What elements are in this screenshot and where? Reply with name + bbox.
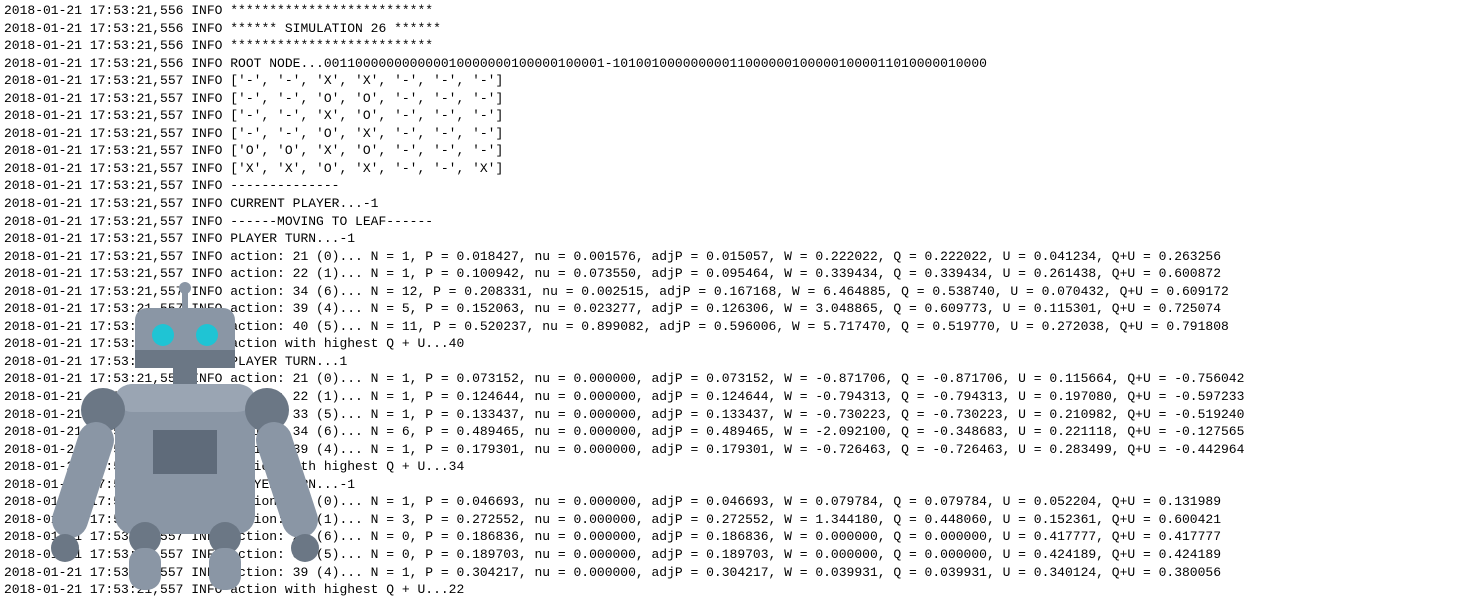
log-line: 2018-01-21 17:53:21,556 INFO ***********… (4, 37, 1454, 55)
robot-illustration (45, 280, 325, 590)
log-line: 2018-01-21 17:53:21,557 INFO ['X', 'X', … (4, 160, 1454, 178)
log-line: 2018-01-21 17:53:21,556 INFO ROOT NODE..… (4, 55, 1454, 73)
log-line: 2018-01-21 17:53:21,557 INFO ['-', '-', … (4, 72, 1454, 90)
log-line: 2018-01-21 17:53:21,557 INFO ['O', 'O', … (4, 142, 1454, 160)
log-line: 2018-01-21 17:53:21,556 INFO ***********… (4, 2, 1454, 20)
log-line: 2018-01-21 17:53:21,557 INFO CURRENT PLA… (4, 195, 1454, 213)
log-line: 2018-01-21 17:53:21,557 INFO ['-', '-', … (4, 125, 1454, 143)
log-line: 2018-01-21 17:53:21,557 INFO ['-', '-', … (4, 107, 1454, 125)
log-line: 2018-01-21 17:53:21,556 INFO ****** SIMU… (4, 20, 1454, 38)
log-line: 2018-01-21 17:53:21,557 INFO -----------… (4, 177, 1454, 195)
log-line: 2018-01-21 17:53:21,557 INFO action: 21 … (4, 248, 1454, 266)
log-line: 2018-01-21 17:53:21,557 INFO ['-', '-', … (4, 90, 1454, 108)
log-line: 2018-01-21 17:53:21,557 INFO ------MOVIN… (4, 213, 1454, 231)
log-line: 2018-01-21 17:53:21,557 INFO PLAYER TURN… (4, 230, 1454, 248)
